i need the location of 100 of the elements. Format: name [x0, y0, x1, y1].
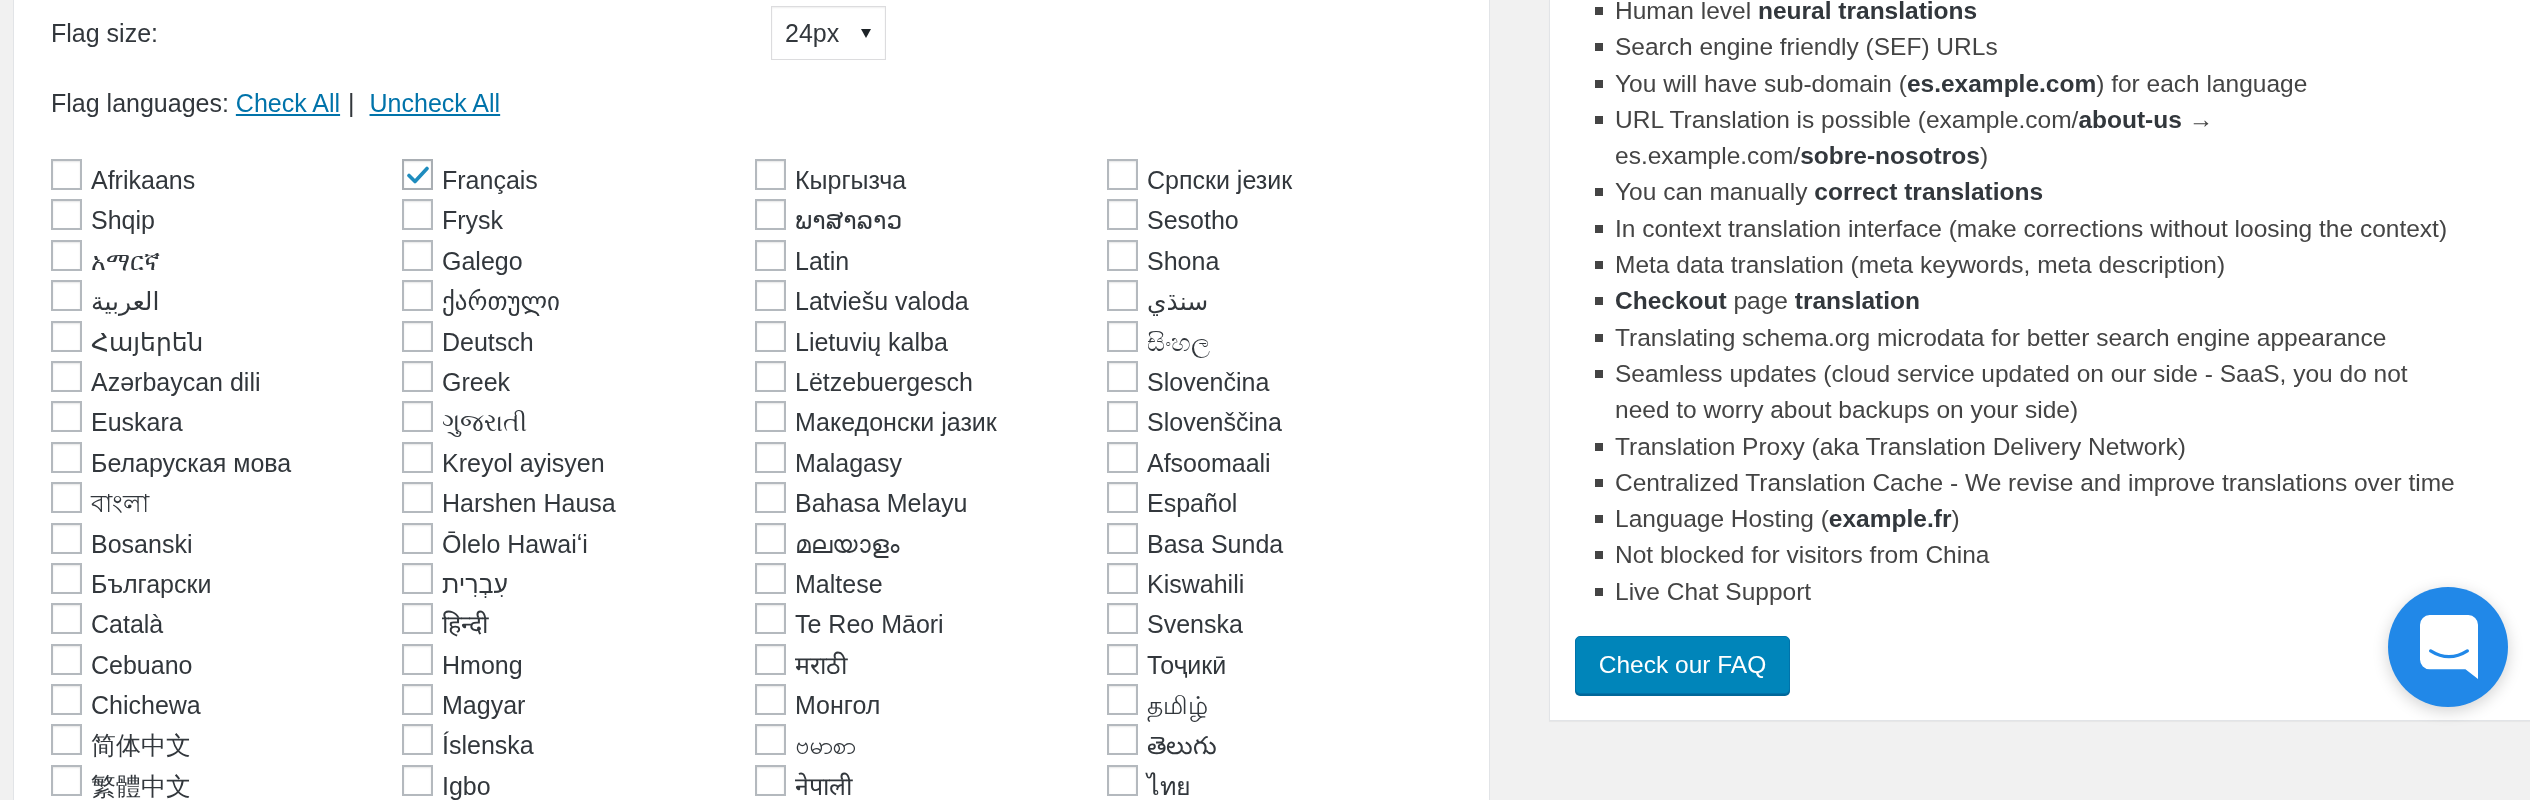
checkbox[interactable] [755, 441, 786, 473]
checkbox[interactable] [402, 280, 433, 312]
checkbox[interactable] [51, 320, 82, 352]
checkbox[interactable] [755, 239, 786, 271]
checkbox[interactable] [755, 401, 786, 433]
flag-size-label: Flag size: [51, 18, 159, 49]
language-label: Slovenščina [1147, 407, 1282, 439]
checkbox[interactable] [1107, 522, 1138, 554]
checkbox[interactable] [1107, 562, 1138, 594]
language-label: Shqip [91, 205, 155, 237]
feature-text: In context translation interface (make corrections without loosing the context) [1615, 213, 2448, 244]
checkbox[interactable] [51, 199, 82, 231]
checkbox[interactable] [1107, 724, 1138, 756]
checkbox[interactable] [51, 643, 82, 675]
checkbox[interactable] [402, 239, 433, 271]
language-label: Hmong [442, 649, 523, 681]
language-label: Chichewa [91, 690, 201, 722]
checkbox[interactable] [402, 441, 433, 473]
checkbox[interactable] [402, 159, 433, 190]
feature-text: You can manually correct translations [1615, 177, 2044, 208]
checkbox[interactable] [402, 482, 433, 514]
language-label: Српски језик [1147, 165, 1293, 196]
square-bullet-icon [1595, 261, 1603, 270]
checkbox[interactable] [755, 764, 786, 796]
checkbox[interactable] [51, 603, 82, 635]
caret-icon [861, 28, 872, 38]
language-label: हिन्दी [442, 609, 488, 641]
checkbox[interactable] [402, 199, 433, 231]
checkbox[interactable] [402, 320, 433, 352]
checkbox[interactable] [1107, 643, 1138, 675]
flag-languages-label: Flag languages: [51, 89, 229, 117]
feature-text: Human level neural translations [1615, 0, 1978, 26]
checkbox[interactable] [51, 280, 82, 312]
language-label: Bahasa Melayu [795, 488, 968, 520]
checkbox[interactable] [755, 360, 786, 392]
checkbox[interactable] [1107, 684, 1138, 716]
checkbox[interactable] [402, 360, 433, 392]
checkbox[interactable] [755, 684, 786, 716]
text-link[interactable]: Uncheck All [369, 89, 501, 117]
checkbox[interactable] [755, 159, 786, 190]
checkbox[interactable] [51, 764, 82, 796]
flag-size-select[interactable]: 24px [771, 6, 886, 60]
feature-text: Language Hosting (example.fr) [1615, 504, 1960, 535]
faq-button[interactable]: Check our FAQ [1575, 636, 1790, 695]
text-link[interactable]: Check All [235, 89, 341, 117]
language-label: 繁體中文 [91, 770, 191, 800]
checkbox[interactable] [51, 522, 82, 554]
language-label: Malagasy [795, 447, 902, 479]
checkbox[interactable] [402, 764, 433, 796]
checkbox[interactable] [1107, 603, 1138, 635]
checkbox[interactable] [1107, 360, 1138, 392]
checkbox[interactable] [51, 684, 82, 716]
checkbox[interactable] [1107, 280, 1138, 312]
square-bullet-icon [1595, 442, 1603, 451]
language-label: Тоҷикӣ [1147, 649, 1227, 681]
checkbox[interactable] [51, 562, 82, 594]
checkbox[interactable] [402, 684, 433, 716]
checkbox[interactable] [755, 482, 786, 514]
language-label: Sesotho [1147, 205, 1239, 237]
checkbox[interactable] [402, 522, 433, 554]
checkbox[interactable] [51, 724, 82, 756]
language-label: தமிழ் [1147, 690, 1208, 724]
checkbox[interactable] [51, 441, 82, 473]
checkbox[interactable] [1107, 482, 1138, 514]
language-label: Maltese [795, 568, 883, 600]
checkbox[interactable] [1107, 401, 1138, 433]
checkbox[interactable] [51, 159, 82, 190]
checkbox[interactable] [1107, 441, 1138, 473]
language-label: Greek [442, 366, 511, 398]
language-label: ဗမာစာ [795, 730, 856, 762]
checkbox[interactable] [51, 239, 82, 271]
checkbox[interactable] [755, 199, 786, 231]
checkbox[interactable] [755, 320, 786, 352]
checkbox[interactable] [1107, 320, 1138, 352]
checkbox[interactable] [1107, 159, 1138, 190]
square-bullet-icon [1595, 333, 1603, 342]
separator: | [348, 89, 355, 117]
checkbox[interactable] [1107, 239, 1138, 271]
feature-text: Meta data translation (meta keywords, meta description) [1615, 250, 2226, 281]
language-label: Беларуская мова [91, 447, 292, 479]
checkbox[interactable] [402, 562, 433, 594]
feature-text: Live Chat Support [1615, 576, 1812, 607]
checkbox[interactable] [51, 401, 82, 433]
checkbox[interactable] [755, 522, 786, 554]
checkbox[interactable] [755, 562, 786, 594]
checkbox[interactable] [1107, 199, 1138, 231]
checkbox[interactable] [402, 401, 433, 433]
checkbox[interactable] [1107, 764, 1138, 796]
checkbox[interactable] [51, 360, 82, 392]
checkbox[interactable] [402, 643, 433, 675]
language-label: मराठी [795, 649, 847, 681]
language-label: 简体中文 [91, 730, 191, 762]
checkbox[interactable] [755, 643, 786, 675]
language-label: Кыргызча [795, 165, 907, 196]
checkbox[interactable] [51, 482, 82, 514]
checkbox[interactable] [402, 603, 433, 635]
checkbox[interactable] [755, 724, 786, 756]
checkbox[interactable] [402, 724, 433, 756]
checkbox[interactable] [755, 280, 786, 312]
checkbox[interactable] [755, 603, 786, 635]
